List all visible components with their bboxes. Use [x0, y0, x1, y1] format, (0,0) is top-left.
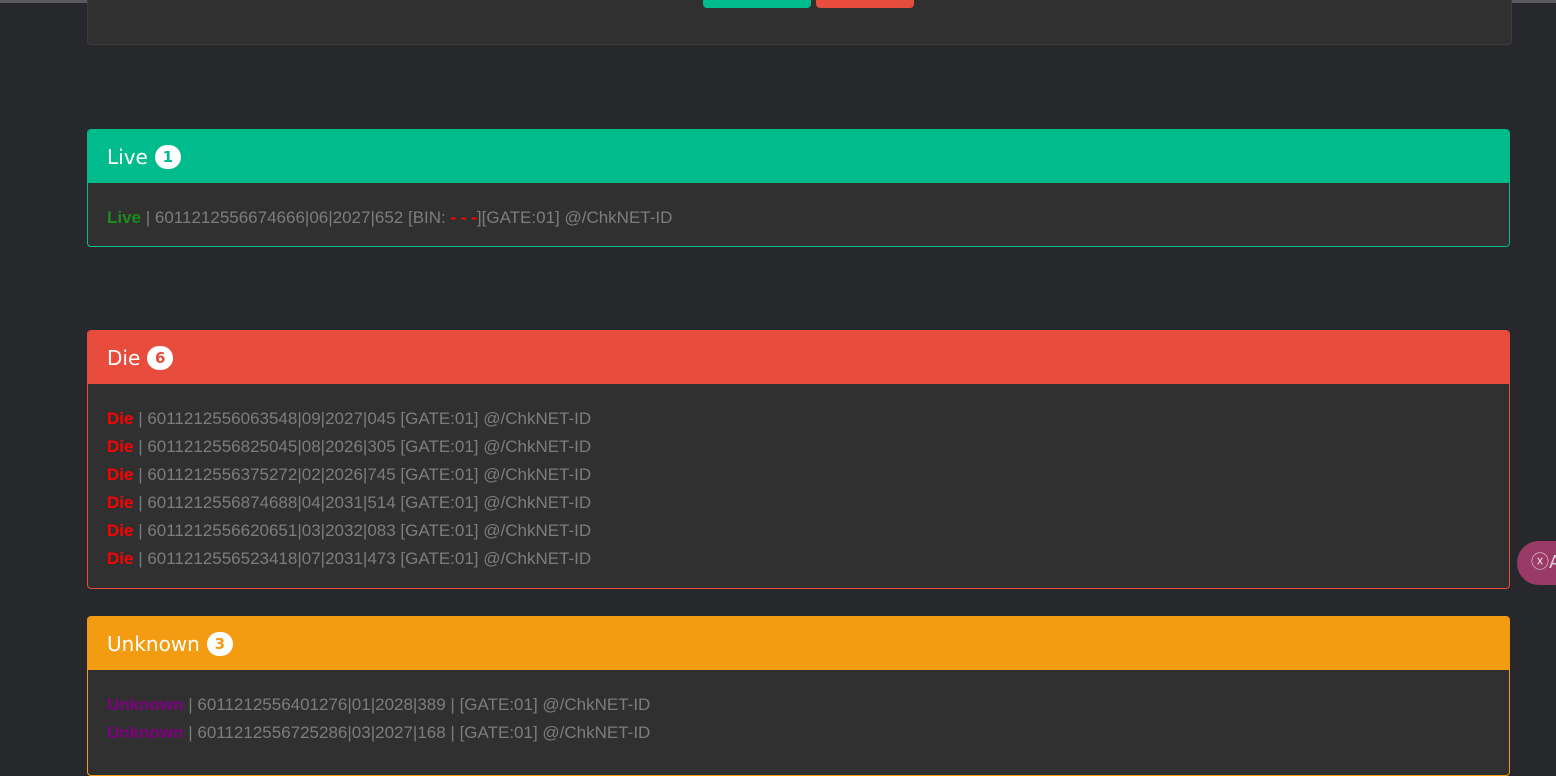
status-label: Die — [107, 493, 134, 512]
result-text: | 6011212556674666|06|2027|652 [BIN: — [141, 208, 451, 227]
result-line: Live | 6011212556674666|06|2027|652 [BIN… — [107, 204, 1490, 232]
result-line: Die | 6011212556063548|09|2027|045 [GATE… — [107, 405, 1490, 433]
result-line: Die | 6011212556825045|08|2026|305 [GATE… — [107, 433, 1490, 461]
status-label: Unknown — [107, 695, 184, 714]
unknown-count-badge: 3 — [206, 631, 233, 656]
result-text: | 6011212556401276|01|2028|389 | [GATE:0… — [183, 695, 651, 714]
unknown-card-body: Unknown | 6011212556401276|01|2028|389 |… — [88, 670, 1509, 747]
status-label: Die — [107, 465, 134, 484]
result-text: | 6011212556063548|09|2027|045 [GATE:01]… — [133, 409, 592, 428]
unknown-card-header: Unknown 3 — [88, 617, 1509, 670]
result-text: | 6011212556825045|08|2026|305 [GATE:01]… — [133, 437, 592, 456]
status-label: Unknown — [107, 723, 184, 742]
die-card-header: Die 6 — [88, 331, 1509, 384]
status-label: Die — [107, 549, 134, 568]
status-label: Die — [107, 521, 134, 540]
status-label: Live — [107, 208, 142, 227]
result-text: | 6011212556620651|03|2032|083 [GATE:01]… — [133, 521, 592, 540]
live-card-body: Live | 6011212556674666|06|2027|652 [BIN… — [88, 183, 1509, 232]
result-text: | 6011212556375272|02|2026|745 [GATE:01]… — [133, 465, 592, 484]
result-line: Unknown | 6011212556725286|03|2027|168 |… — [107, 719, 1490, 747]
live-card: Live 1 Live | 6011212556674666|06|2027|6… — [87, 129, 1510, 247]
bin-value: - - - — [450, 208, 477, 227]
die-card: Die 6 Die | 6011212556063548|09|2027|045… — [87, 330, 1510, 589]
result-line: Die | 6011212556523418|07|2031|473 [GATE… — [107, 545, 1490, 573]
start-button[interactable] — [703, 0, 811, 8]
die-card-title: Die — [107, 345, 141, 370]
controls-card — [87, 0, 1512, 45]
status-label: Die — [107, 409, 134, 428]
die-count-badge: 6 — [147, 345, 174, 370]
result-text: | 6011212556523418|07|2031|473 [GATE:01]… — [133, 549, 592, 568]
result-line: Die | 6011212556375272|02|2026|745 [GATE… — [107, 461, 1490, 489]
die-card-body: Die | 6011212556063548|09|2027|045 [GATE… — [88, 384, 1509, 573]
unknown-card: Unknown 3 Unknown | 6011212556401276|01|… — [87, 616, 1510, 776]
result-line: Die | 6011212556620651|03|2032|083 [GATE… — [107, 517, 1490, 545]
live-card-header: Live 1 — [88, 130, 1509, 183]
result-line: Unknown | 6011212556401276|01|2028|389 |… — [107, 691, 1490, 719]
status-label: Die — [107, 437, 134, 456]
live-card-title: Live — [107, 144, 148, 169]
result-suffix: ][GATE:01] @/ChkNET-ID — [476, 208, 673, 227]
result-line: Die | 6011212556874688|04|2031|514 [GATE… — [107, 489, 1490, 517]
stop-button[interactable] — [816, 0, 914, 8]
translate-button[interactable]: ⓧA — [1517, 541, 1556, 585]
translate-icon: ⓧA — [1531, 552, 1556, 573]
live-count-badge: 1 — [154, 144, 181, 169]
result-text: | 6011212556725286|03|2027|168 | [GATE:0… — [183, 723, 651, 742]
unknown-card-title: Unknown — [107, 631, 200, 656]
result-text: | 6011212556874688|04|2031|514 [GATE:01]… — [133, 493, 592, 512]
